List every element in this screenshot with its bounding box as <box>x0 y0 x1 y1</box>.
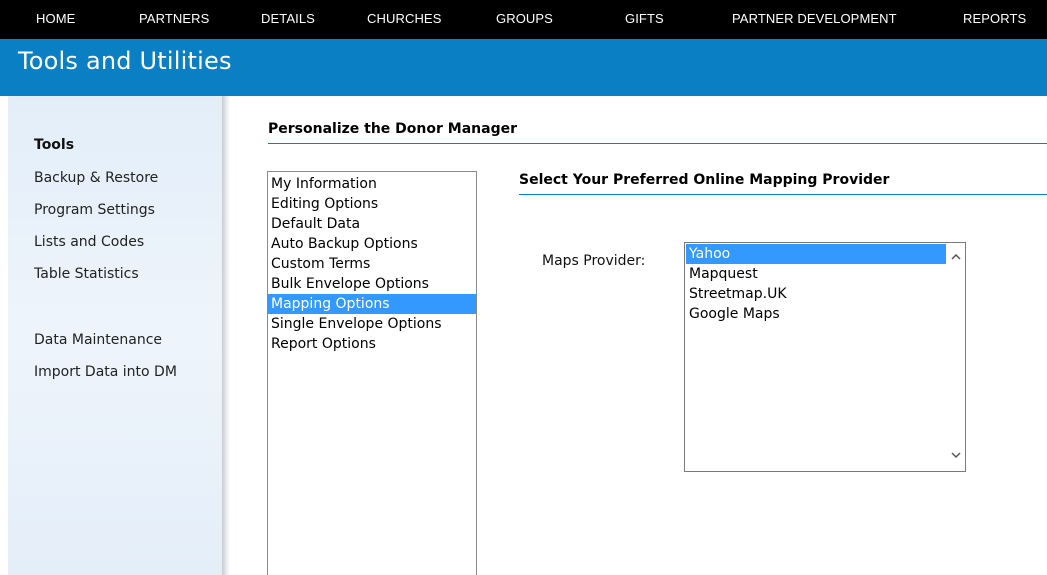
section-title: Personalize the Donor Manager <box>268 121 517 137</box>
maps-provider-label: Maps Provider: <box>542 253 646 269</box>
sidebar-link-program-settings[interactable]: Program Settings <box>34 202 155 218</box>
chevron-up-icon[interactable] <box>950 251 962 263</box>
nav-partners[interactable]: PARTNERS <box>139 0 209 38</box>
chevron-down-icon[interactable] <box>950 449 962 461</box>
mapping-section-divider <box>519 194 1047 195</box>
provider-mapquest[interactable]: Mapquest <box>686 264 946 284</box>
sidebar-heading-tools: Tools <box>34 137 75 153</box>
title-banner: Tools and Utilities <box>0 39 1047 96</box>
provider-yahoo[interactable]: Yahoo <box>686 244 946 264</box>
option-editing-options[interactable]: Editing Options <box>268 194 476 214</box>
option-mapping-options[interactable]: Mapping Options <box>268 294 476 314</box>
provider-streetmap-uk[interactable]: Streetmap.UK <box>686 284 946 304</box>
option-bulk-envelope-options[interactable]: Bulk Envelope Options <box>268 274 476 294</box>
sidebar-divider <box>222 96 230 575</box>
sidebar-link-backup-restore[interactable]: Backup & Restore <box>34 170 158 186</box>
nav-gifts[interactable]: GIFTS <box>625 0 664 38</box>
option-default-data[interactable]: Default Data <box>268 214 476 234</box>
options-listbox[interactable]: My Information Editing Options Default D… <box>267 171 477 575</box>
page-title: Tools and Utilities <box>18 47 232 75</box>
maps-provider-select[interactable]: Yahoo Mapquest Streetmap.UK Google Maps <box>684 242 966 472</box>
sidebar-link-lists-codes[interactable]: Lists and Codes <box>34 234 144 250</box>
top-nav-bar: HOME PARTNERS DETAILS CHURCHES GROUPS GI… <box>0 0 1047 39</box>
nav-partner-development[interactable]: PARTNER DEVELOPMENT <box>732 0 897 38</box>
sidebar-link-table-statistics[interactable]: Table Statistics <box>34 266 139 282</box>
nav-churches[interactable]: CHURCHES <box>367 0 441 38</box>
nav-details[interactable]: DETAILS <box>261 0 315 38</box>
option-report-options[interactable]: Report Options <box>268 334 476 354</box>
mapping-section-title: Select Your Preferred Online Mapping Pro… <box>519 172 890 188</box>
option-auto-backup-options[interactable]: Auto Backup Options <box>268 234 476 254</box>
nav-home[interactable]: HOME <box>36 0 75 38</box>
section-divider <box>268 143 1047 144</box>
provider-scrollbar[interactable] <box>947 243 965 471</box>
sidebar-link-data-maintenance[interactable]: Data Maintenance <box>34 332 162 348</box>
nav-groups[interactable]: GROUPS <box>496 0 553 38</box>
provider-google-maps[interactable]: Google Maps <box>686 304 946 324</box>
sidebar: Tools Backup & Restore Program Settings … <box>8 96 222 575</box>
nav-reports[interactable]: REPORTS <box>963 0 1026 38</box>
option-single-envelope-options[interactable]: Single Envelope Options <box>268 314 476 334</box>
option-custom-terms[interactable]: Custom Terms <box>268 254 476 274</box>
option-my-information[interactable]: My Information <box>268 174 476 194</box>
sidebar-link-import-data[interactable]: Import Data into DM <box>34 364 177 380</box>
